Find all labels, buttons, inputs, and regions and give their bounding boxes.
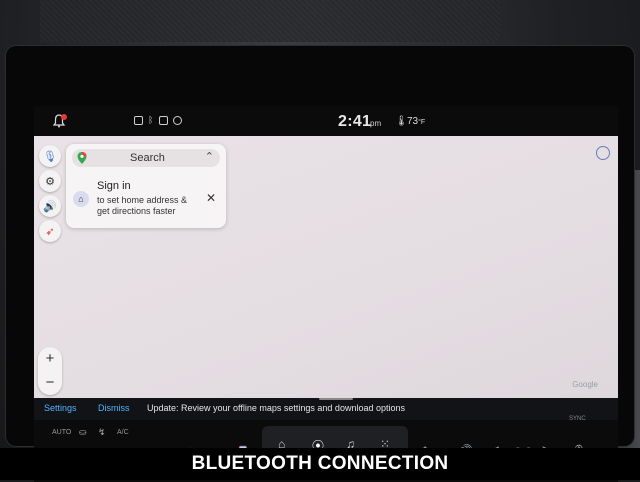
search-label: Search: [130, 152, 165, 164]
location-status-icon: [173, 116, 182, 125]
compass-button[interactable]: ➶: [39, 220, 61, 242]
voice-guidance-button[interactable]: 🔊: [39, 195, 61, 217]
zoom-in-button[interactable]: +: [38, 347, 62, 371]
notification-bar: Settings Dismiss Update: Review your off…: [34, 398, 618, 420]
recirculation-icon[interactable]: ⛀: [79, 427, 87, 438]
voice-search-button[interactable]: 🎙: [39, 145, 61, 167]
caption-banner: BLUETOOTH CONNECTION: [0, 448, 640, 480]
microphone-icon: 🎙: [43, 150, 57, 163]
thermometer-icon: 🌡: [395, 116, 408, 127]
speaker-icon: 🔊: [43, 200, 57, 213]
map-view[interactable]: 🎙 ⚙ 🔊 ➶ Search ⌃ ⌂ Sign in to set home a…: [34, 136, 618, 398]
signin-subtitle: to set home address & get directions fas…: [97, 195, 188, 216]
message-icon: [134, 116, 143, 125]
sim-icon: [159, 116, 168, 125]
alert-dot: [61, 114, 67, 120]
infotainment-screen: ᛒ 2:41 pm 🌡 73°F 🎙 ⚙ 🔊 ➶ Search ⌃ ⌂ Sign…: [34, 106, 618, 482]
signin-title[interactable]: Sign in: [97, 180, 131, 192]
zoom-controls: + −: [38, 347, 62, 395]
profile-icon[interactable]: [596, 146, 610, 160]
close-icon[interactable]: ✕: [206, 191, 216, 205]
ac-label[interactable]: A/C: [117, 429, 129, 436]
display-bezel: ᛒ 2:41 pm 🌡 73°F 🎙 ⚙ 🔊 ➶ Search ⌃ ⌂ Sign…: [6, 46, 634, 482]
status-bar: ᛒ 2:41 pm 🌡 73°F: [34, 106, 618, 136]
map-settings-button[interactable]: ⚙: [39, 170, 61, 192]
dismiss-button[interactable]: Dismiss: [98, 403, 130, 413]
zoom-out-button[interactable]: −: [38, 371, 62, 395]
home-icon: ⌂: [73, 191, 89, 207]
seat-airflow-icon[interactable]: ↯: [98, 427, 106, 438]
gear-icon: ⚙: [45, 175, 55, 188]
clock-ampm: pm: [370, 119, 382, 128]
auto-climate-label[interactable]: AUTO: [52, 429, 71, 436]
notification-message: Update: Review your offline maps setting…: [147, 403, 405, 413]
drawer-handle[interactable]: [319, 398, 353, 400]
speaker-grille: [40, 0, 500, 42]
compass-icon: ➶: [45, 225, 55, 238]
search-card: Search ⌃ ⌂ Sign in to set home address &…: [66, 144, 226, 228]
maps-pin-icon: [77, 152, 87, 164]
sync-label[interactable]: SYNC: [569, 416, 586, 422]
settings-button[interactable]: Settings: [44, 403, 77, 413]
bluetooth-icon: ᛒ: [148, 115, 154, 125]
status-icons: ᛒ: [134, 116, 182, 125]
clock-time: 2:41: [338, 113, 372, 130]
chevron-up-icon[interactable]: ⌃: [205, 150, 214, 163]
map-attribution: Google: [572, 380, 598, 389]
outside-temperature: 73°F: [407, 116, 426, 127]
search-bar[interactable]: Search ⌃: [72, 149, 220, 167]
